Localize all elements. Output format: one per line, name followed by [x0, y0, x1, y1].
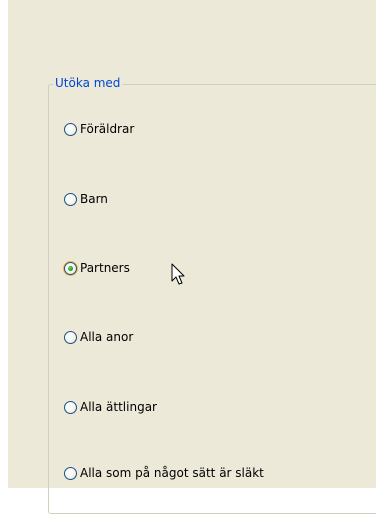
radio-button[interactable] — [64, 400, 77, 414]
radio-label[interactable]: Alla ättlingar — [80, 400, 157, 414]
radio-label[interactable]: Alla som på något sätt är släkt — [80, 466, 264, 480]
radio-option-all-ancestors[interactable]: Alla anor — [64, 329, 133, 345]
radio-label[interactable]: Partners — [80, 261, 130, 275]
expand-with-groupbox — [48, 84, 376, 514]
radio-button[interactable] — [64, 192, 77, 206]
radio-dot-icon — [68, 265, 73, 271]
radio-option-parents[interactable]: Föräldrar — [64, 121, 134, 137]
radio-button[interactable] — [64, 261, 77, 275]
radio-button[interactable] — [64, 122, 77, 136]
radio-option-children[interactable]: Barn — [64, 191, 108, 207]
arrow-cursor-icon — [171, 263, 185, 285]
radio-option-all-relatives[interactable]: Alla som på något sätt är släkt — [64, 465, 264, 481]
radio-label[interactable]: Barn — [80, 192, 108, 206]
radio-button[interactable] — [64, 330, 77, 344]
radio-option-all-descendants[interactable]: Alla ättlingar — [64, 399, 157, 415]
radio-button[interactable] — [64, 466, 77, 480]
radio-label[interactable]: Föräldrar — [80, 122, 134, 136]
radio-label[interactable]: Alla anor — [80, 330, 133, 344]
radio-option-partners[interactable]: Partners — [64, 260, 130, 276]
groupbox-title: Utöka med — [53, 75, 123, 91]
